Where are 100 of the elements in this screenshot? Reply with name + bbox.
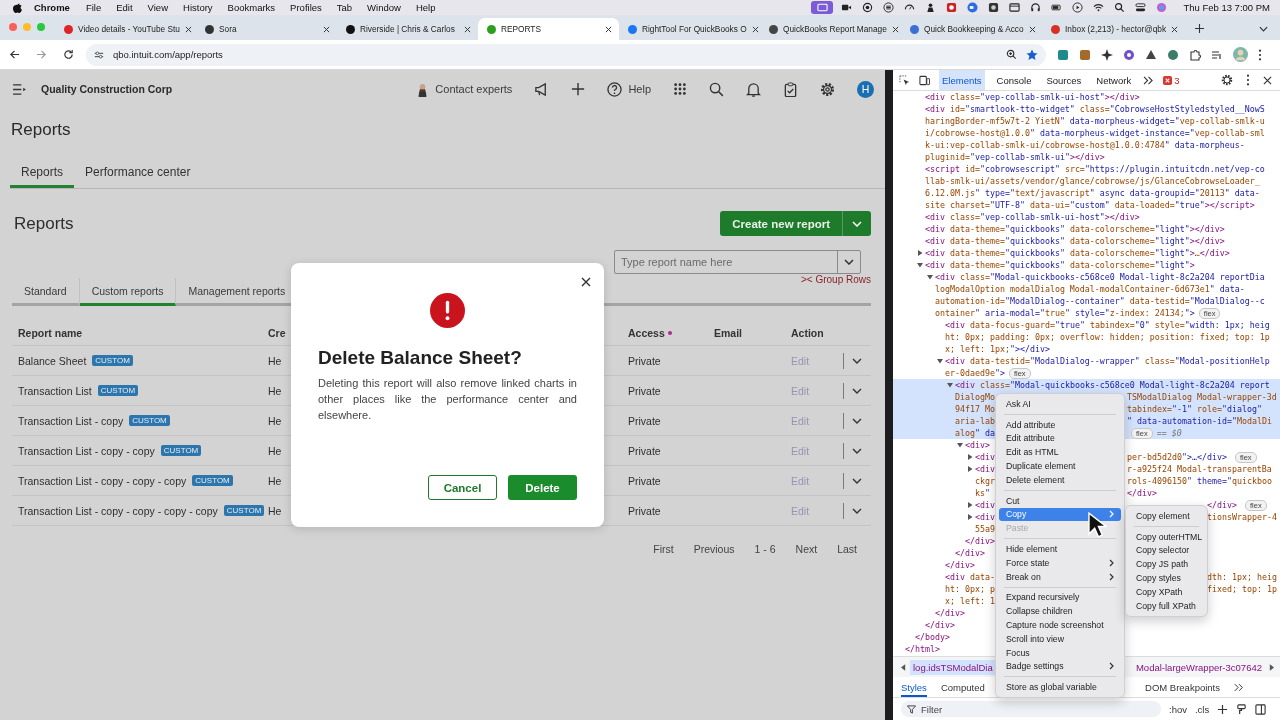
dom-node-line[interactable]: dth: 1px; heig — [1207, 571, 1277, 583]
panel-tab[interactable]: DOM Breakpoints — [1145, 677, 1220, 697]
close-icon[interactable] — [1263, 75, 1272, 85]
expanded-arrow-icon[interactable] — [947, 382, 953, 388]
pagination-item[interactable]: Previous — [693, 543, 735, 555]
close-icon[interactable] — [581, 277, 591, 287]
dom-node-line[interactable]: DialogMo — [955, 391, 995, 403]
plus-icon[interactable] — [1217, 703, 1229, 715]
dom-node-line[interactable]: <script id="cobrowsescript" src="https://plugin.intuitcdn.net/vep-co — [925, 163, 1265, 175]
close-icon[interactable] — [1028, 25, 1036, 33]
collapsed-arrow-icon[interactable] — [967, 466, 973, 472]
pagination-item[interactable]: First — [653, 543, 674, 555]
devtools-tab[interactable]: Console — [993, 70, 1035, 90]
search-field[interactable]: Type report name here — [614, 250, 861, 274]
sidebar-icon[interactable] — [1255, 703, 1267, 715]
dom-node-line[interactable]: ht: 0px; p — [945, 583, 995, 595]
report-name[interactable]: Balance Sheet — [18, 354, 87, 367]
menu-item[interactable]: Copy element — [1129, 509, 1204, 523]
user-avatar[interactable]: H — [857, 80, 874, 98]
address-field[interactable]: qbo.intuit.com/app/reports — [86, 43, 1046, 66]
caret-icon[interactable] — [852, 417, 862, 424]
dom-node-line[interactable]: <div — [975, 499, 995, 511]
report-tab[interactable]: Standard — [12, 278, 80, 306]
dom-node-line[interactable]: ks" — [975, 487, 990, 499]
dom-node-line[interactable]: logModalOption modalDialog Modal-modalContainer-6d673e1" data- — [935, 283, 1245, 295]
menu-item[interactable]: Break on — [999, 569, 1121, 584]
clock[interactable]: Thu Feb 13 7:00 PM — [1183, 2, 1270, 13]
menu-item[interactable]: Hide element — [999, 542, 1121, 556]
dom-node-line[interactable]: <div — [975, 511, 995, 523]
report-name[interactable]: Transaction List — [18, 384, 92, 397]
expanded-arrow-icon[interactable] — [937, 358, 943, 364]
menu-item[interactable]: Copy JS path — [1129, 557, 1204, 572]
media-controls-icon[interactable] — [1211, 48, 1223, 61]
menu-bar-item[interactable]: Profiles — [290, 2, 322, 13]
search-input[interactable]: Type report name here — [615, 251, 837, 273]
menu-item[interactable]: Add attribute — [999, 417, 1121, 432]
dom-node-line[interactable]: ckgr — [975, 475, 995, 487]
contact-experts-button[interactable]: Contact experts — [416, 81, 513, 97]
menu-item[interactable]: Copy — [999, 507, 1121, 522]
menu-item[interactable]: Copy XPath — [1129, 585, 1204, 599]
browser-tab[interactable]: RightTool For QuickBooks O — [619, 18, 760, 40]
new-tab-icon[interactable] — [1195, 24, 1204, 33]
close-icon[interactable] — [464, 25, 471, 33]
menu-bar-item[interactable]: Help — [415, 2, 436, 13]
kebab-menu-icon[interactable] — [1258, 48, 1262, 61]
menu-item[interactable]: Force state — [999, 555, 1121, 570]
menu-bar-item[interactable]: Bookmarks — [227, 2, 276, 13]
dom-node-line[interactable]: aria-lab — [955, 415, 995, 427]
dom-node-line[interactable]: <div data-theme="quickbooks" data-colorscheme="light"> — [925, 259, 1195, 271]
extension-icon[interactable] — [1123, 48, 1135, 61]
dom-node-line[interactable]: " data-automation-id="ModalDi — [1127, 415, 1272, 427]
inspect-icon[interactable] — [899, 74, 910, 86]
menu-bar-item[interactable]: Window — [367, 2, 401, 13]
dom-node-line[interactable]: ht: 0px; padding: 0px; overflow: hidden; position: fixed; top: 1p — [945, 331, 1270, 343]
caret-icon[interactable] — [852, 357, 862, 364]
forward-icon[interactable] — [36, 49, 47, 60]
report-name[interactable]: Transaction List - copy - copy - copy - copy — [18, 504, 218, 517]
group-rows-link[interactable]: >< Group Rows — [800, 274, 871, 285]
dropdown-button[interactable] — [842, 211, 871, 236]
dom-node-line[interactable]: fixed; top: 1p — [1207, 583, 1277, 595]
menu-bar-item[interactable]: View — [147, 2, 168, 13]
menu-item[interactable]: Ask AI — [999, 397, 1121, 411]
bell-icon[interactable] — [746, 81, 761, 97]
report-name[interactable]: Transaction List - copy - copy — [18, 444, 155, 457]
browser-tab[interactable]: Video details - YouTube Stu — [55, 18, 196, 40]
clipboard-icon[interactable] — [783, 81, 798, 97]
device-toolbar-icon[interactable] — [919, 74, 930, 86]
list-icon[interactable] — [881, 1, 897, 14]
puzzle-icon[interactable] — [1189, 48, 1201, 61]
help-button[interactable]: Help — [607, 81, 651, 97]
dom-node-line[interactable]: <div data-theme="quickbooks" data-colorscheme="light"></div> — [925, 235, 1225, 247]
dom-node-line[interactable]: <div class="Modal-quickbooks-c568ce0 Modal-light-8c2a204 report — [955, 379, 1270, 391]
star-icon[interactable] — [1026, 48, 1038, 61]
breadcrumb-item[interactable]: Modal-largeWrapper-3c07642 — [1132, 659, 1265, 675]
kebab-menu-icon[interactable] — [1246, 74, 1250, 86]
close-icon[interactable] — [323, 25, 330, 33]
dom-node-line[interactable]: k-ui:vep-collab-smlk-ui/cobrowse-host@1.0.0:4784" data-morpheus- — [925, 139, 1245, 151]
collapsed-arrow-icon[interactable] — [917, 250, 923, 256]
browser-tab[interactable]: QuickBooks Report Manage — [760, 18, 901, 40]
extension-icon[interactable] — [1101, 48, 1113, 61]
menu-item[interactable]: Copy styles — [1129, 571, 1204, 585]
cancel-button[interactable]: Cancel — [428, 475, 497, 500]
caret-icon[interactable] — [852, 447, 862, 454]
dom-node-line[interactable]: <div data- — [945, 571, 995, 583]
menu-item[interactable]: Collapse children — [999, 604, 1121, 619]
expanded-arrow-icon[interactable] — [917, 262, 923, 268]
panel-tab[interactable]: Computed — [940, 677, 985, 697]
devtools-tab[interactable]: Sources — [1043, 70, 1085, 90]
dom-node-line[interactable]: 6.12.0M.js" type="text/javascript" async data-groupid="20113" data- — [925, 187, 1260, 199]
scroll-right-icon[interactable] — [1269, 663, 1274, 671]
dom-node-line[interactable]: <div — [975, 463, 995, 475]
browser-tab[interactable]: Sora — [196, 18, 337, 40]
dom-node-line[interactable]: TSModalDialog Modal-wrapper-3d — [1127, 391, 1277, 403]
dom-node-line[interactable]: <div class="Modal-quickbooks-c568ce0 Modal-light-8c2a204 reportDia — [935, 271, 1265, 283]
caret-icon[interactable] — [844, 259, 854, 265]
dom-node-line[interactable]: tabindex="-1" role="dialog" — [1127, 403, 1262, 415]
menu-bar-item[interactable]: Edit — [116, 2, 133, 13]
dom-node-line[interactable]: <div — [975, 451, 995, 463]
dom-node-line[interactable]: llab-smlk-ui/assets/vendor/glance/cobrowse/js/GlanceCobrowseLoader_ — [925, 175, 1260, 187]
breadcrumb-item[interactable]: log.idsTSModalDia — [910, 659, 996, 675]
